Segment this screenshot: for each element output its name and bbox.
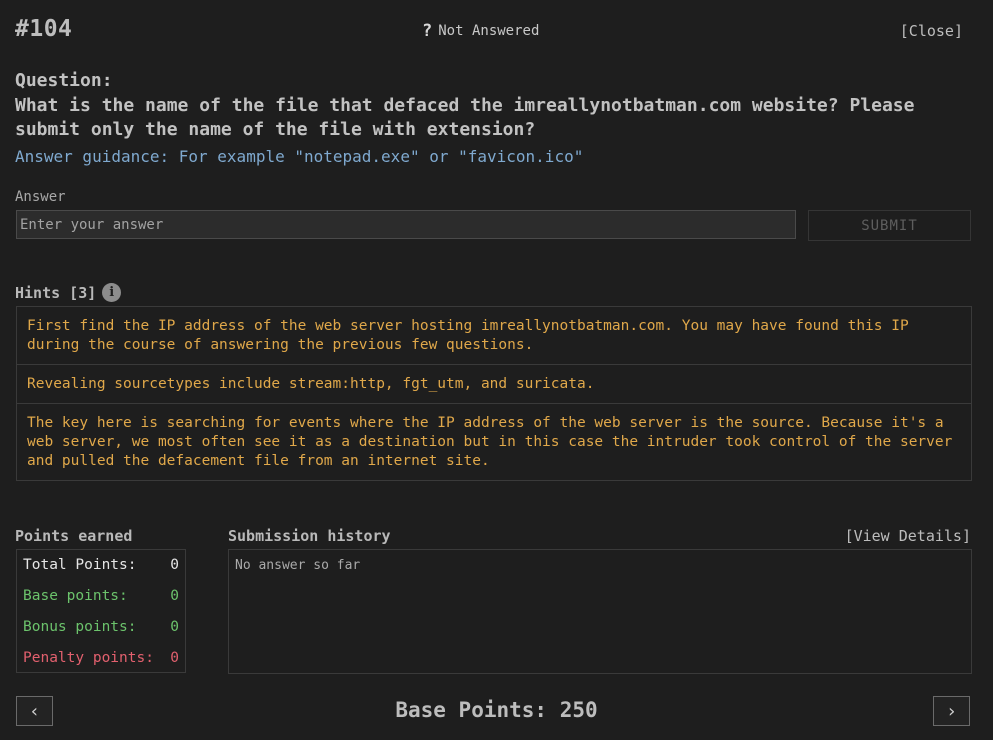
points-panel: Total Points: 0 Base points: 0 Bonus poi…	[16, 549, 186, 673]
bonus-points-value: 0	[170, 619, 179, 635]
submit-button[interactable]: SUBMIT	[808, 210, 971, 241]
hint-item: First find the IP address of the web ser…	[16, 306, 972, 364]
hint-item: Revealing sourcetypes include stream:htt…	[16, 364, 972, 403]
total-points-row: Total Points: 0	[23, 557, 179, 588]
status-text: Not Answered	[438, 23, 540, 39]
submission-history-panel: No answer so far	[228, 549, 972, 674]
base-points-row: Base points: 0	[23, 588, 179, 619]
hints-label: Hints [3]	[15, 283, 97, 302]
answer-status: ? Not Answered	[422, 21, 539, 41]
hint-item: The key here is searching for events whe…	[16, 403, 972, 481]
penalty-points-row: Penalty points: 0	[23, 650, 179, 681]
penalty-points-value: 0	[170, 650, 179, 666]
hints-header: Hints [3] i	[15, 283, 122, 302]
answer-input[interactable]	[16, 210, 796, 239]
bonus-points-row: Bonus points: 0	[23, 619, 179, 650]
question-mark-icon: ?	[422, 21, 433, 41]
answer-label: Answer	[15, 189, 66, 205]
total-points-value: 0	[170, 557, 179, 573]
bonus-points-label: Bonus points:	[23, 619, 137, 635]
next-question-button[interactable]: ›	[933, 696, 970, 726]
total-points-label: Total Points:	[23, 557, 137, 573]
base-points-total: Base Points: 250	[395, 698, 598, 722]
info-icon[interactable]: i	[102, 283, 122, 302]
view-details-link[interactable]: [View Details]	[845, 527, 971, 545]
question-number: #104	[15, 16, 73, 42]
question-text: What is the name of the file that deface…	[15, 95, 915, 140]
close-link[interactable]: [Close]	[900, 22, 963, 40]
chevron-right-icon: ›	[946, 700, 957, 722]
points-earned-label: Points earned	[15, 527, 133, 545]
answer-guidance: Answer guidance: For example "notepad.ex…	[15, 147, 584, 166]
question-label: Question:	[15, 70, 113, 91]
base-points-value: 0	[170, 588, 179, 604]
penalty-points-label: Penalty points:	[23, 650, 154, 666]
hints-list: First find the IP address of the web ser…	[16, 306, 972, 481]
base-points-label: Base points:	[23, 588, 128, 604]
submission-history-label: Submission history	[228, 527, 391, 545]
history-empty-text: No answer so far	[235, 558, 361, 573]
